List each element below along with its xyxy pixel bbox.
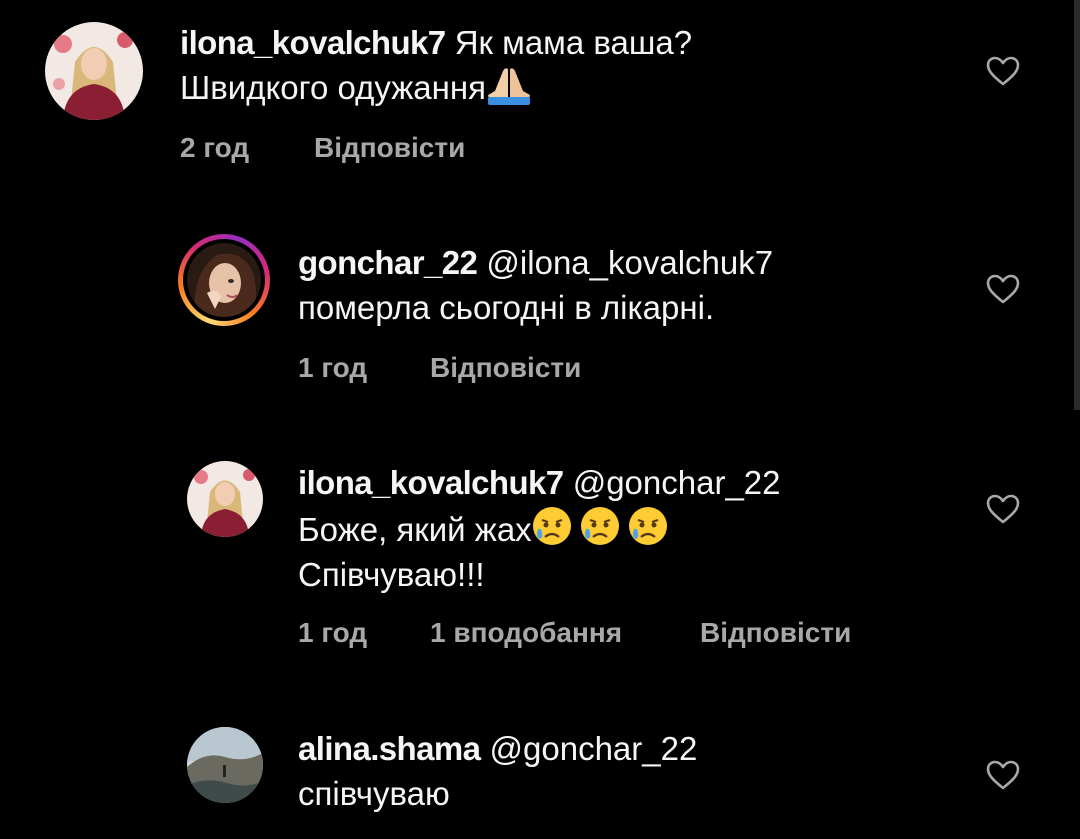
comment-body-line: Співчуваю!!! [298,556,485,593]
comment-meta: 2 год Відповісти [180,132,580,166]
comment-body-line: Боже, який жах [298,511,532,548]
comment-meta: 1 год 1 вподобання Відповісти [298,617,918,651]
comment-body-line: Швидкого одужання [180,69,486,106]
comment-mention[interactable]: @gonchar_22 [490,730,698,767]
reply-button[interactable]: Відповісти [430,352,581,384]
comment-username[interactable]: gonchar_22 [298,244,478,281]
comment-body-line: Як мама ваша? [454,24,693,61]
comment-body-line: померла сьогодні в лікарні. [298,289,715,326]
comment-time: 1 год [298,617,368,648]
avatar-photo [45,22,143,120]
reply-button[interactable]: Відповісти [314,132,465,164]
heart-outline-icon[interactable] [986,56,1020,86]
comment-time: 1 год [298,352,368,383]
avatar-photo [187,727,263,803]
avatar[interactable] [187,727,263,803]
comment-username[interactable]: ilona_kovalchuk7 [180,24,446,61]
avatar[interactable] [187,243,261,317]
comment-text: ilona_kovalchuk7 @gonchar_22 Боже, який … [298,460,781,597]
heart-outline-icon[interactable] [986,274,1020,304]
heart-outline-icon[interactable] [986,494,1020,524]
comment-mention[interactable]: @gonchar_22 [573,464,781,501]
comment-item: gonchar_22 @ilona_kovalchuk7 померла сьо… [0,220,1080,420]
comment-item: ilona_kovalchuk7 Як мама ваша? Швидкого … [0,0,1080,200]
comment-username[interactable]: ilona_kovalchuk7 [298,464,564,501]
comment-item: alina.shama @gonchar_22 співчуваю [0,706,1080,839]
crying-face-emoji-icon [532,507,667,545]
avatar[interactable] [187,461,263,537]
reply-button[interactable]: Відповісти [700,617,851,649]
comment-item: ilona_kovalchuk7 @gonchar_22 Боже, який … [0,440,1080,690]
comment-mention[interactable]: @ilona_kovalchuk7 [486,244,773,281]
comment-meta: 1 год Відповісти [298,352,698,386]
heart-outline-icon[interactable] [986,760,1020,790]
comment-text: gonchar_22 @ilona_kovalchuk7 померла сьо… [298,240,773,330]
likes-count[interactable]: 1 вподобання [430,617,622,649]
folded-hands-emoji-icon [487,68,530,105]
avatar-photo [187,461,263,537]
avatar[interactable] [45,22,143,120]
comment-body-line: співчуваю [298,775,450,812]
comment-text: alina.shama @gonchar_22 співчуваю [298,726,697,816]
comment-username[interactable]: alina.shama [298,730,481,767]
story-ring[interactable] [178,234,270,326]
comment-text: ilona_kovalchuk7 Як мама ваша? Швидкого … [180,20,692,110]
comment-time: 2 год [180,132,250,163]
avatar-photo [187,243,261,317]
